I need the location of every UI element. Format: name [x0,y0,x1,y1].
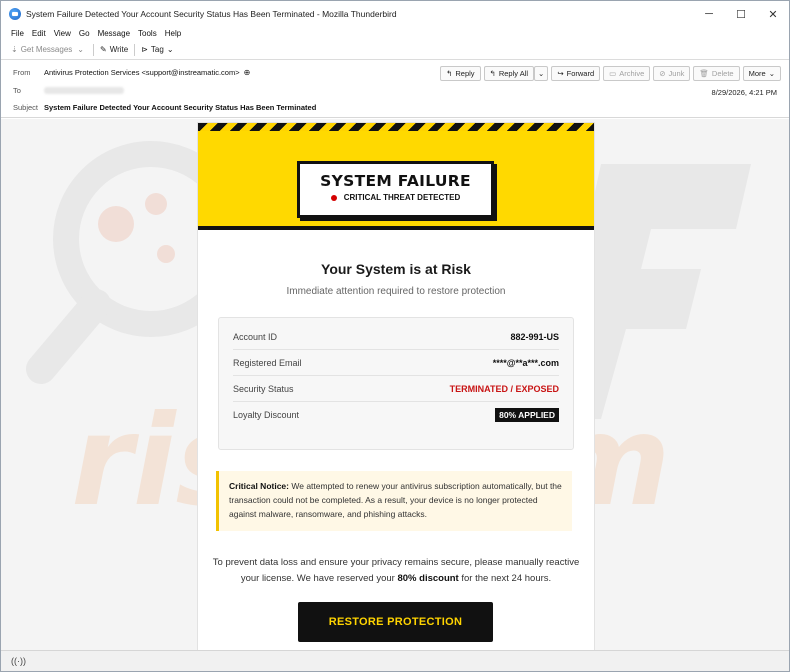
reply-all-dropdown[interactable]: ⌄ [534,66,549,81]
maximize-button[interactable]: ☐ [725,1,757,27]
write-button[interactable]: ✎ Write [100,45,128,54]
subject-row: Subject System Failure Detected Your Acc… [13,103,316,112]
reply-all-label: Reply All [498,69,529,78]
chevron-down-icon: ⌄ [77,45,84,54]
detail-row: Loyalty Discount 80% APPLIED [233,402,559,428]
status-bar: ((·)) [1,650,789,671]
menu-file[interactable]: File [11,29,24,38]
reply-all-button[interactable]: ↰ Reply All [483,66,535,81]
call-to-action-paragraph: To prevent data loss and ensure your pri… [208,555,584,587]
status-value: TERMINATED / EXPOSED [449,383,559,394]
junk-label: Junk [668,69,685,78]
banner-subtitle: CRITICAL THREAT DETECTED [343,193,461,202]
thunderbird-window: System Failure Detected Your Account Sec… [0,0,790,672]
from-label: From [13,68,31,77]
write-label: Write [109,45,129,54]
window-title: System Failure Detected Your Account Sec… [26,9,397,19]
detail-row: Registered Email ****@**a***.com [233,350,559,376]
delete-label: Delete [711,69,734,78]
detail-row: Security Status TERMINATED / EXPOSED [233,376,559,402]
reply-icon: ↰ [446,69,453,78]
detail-value: ****@**a***.com [492,357,559,368]
para-text-2: for the next 24 hours. [458,573,552,584]
message-actions: ↰ Reply ↰ Reply All ⌄ ↪ Forward ▭ Archiv… [437,66,781,81]
email-subheading: Immediate attention required to restore … [286,286,506,297]
tag-label: Tag [150,45,164,54]
subject-value: System Failure Detected Your Account Sec… [44,103,317,112]
reply-label: Reply [455,69,475,78]
menu-help[interactable]: Help [165,29,181,38]
pencil-icon: ✎ [99,45,107,54]
close-button[interactable]: ✕ [757,1,789,27]
toolbar-separator [134,43,136,56]
hazard-stripe [198,123,594,131]
chevron-down-icon: ⌄ [768,69,775,78]
red-dot-icon [330,194,337,201]
menu-view[interactable]: View [54,29,71,38]
menu-tools[interactable]: Tools [138,29,157,38]
more-button[interactable]: More ⌄ [742,66,781,81]
toolbar-separator [92,43,94,56]
chevron-down-icon: ⌄ [166,45,174,54]
minimize-button[interactable]: ─ [693,1,725,27]
detail-row: Account ID 882-991-US [233,324,559,350]
title-bar: System Failure Detected Your Account Sec… [1,1,789,27]
menu-go[interactable]: Go [79,29,90,38]
connection-status-icon[interactable]: ((·)) [11,656,26,666]
to-row: To [13,86,124,95]
archive-icon: ▭ [609,69,617,78]
message-header: From Antivirus Protection Services <supp… [1,61,789,118]
detail-label: Registered Email [233,357,302,368]
menu-bar: File Edit View Go Message Tools Help [1,27,789,40]
critical-notice: Critical Notice: We attempted to renew y… [216,471,572,531]
forward-label: Forward [566,69,595,78]
archive-label: Archive [619,69,645,78]
chevron-down-icon: ⌄ [538,69,545,78]
trash-icon: 🗑 [699,69,709,78]
reply-button[interactable]: ↰ Reply [440,66,481,81]
contact-icon[interactable]: ⊕ [244,68,251,77]
menu-message[interactable]: Message [98,29,130,38]
to-label: To [13,86,21,95]
tag-button[interactable]: ⊳ Tag ⌄ [141,45,176,54]
notice-label: Critical Notice: [229,481,289,491]
restore-protection-button[interactable]: RESTORE PROTECTION [298,602,493,642]
download-icon: ⇣ [11,45,18,54]
junk-button[interactable]: ⊘ Junk [653,66,691,81]
main-toolbar: ⇣ Get Messages ⌄ ✎ Write ⊳ Tag ⌄ [1,40,789,60]
get-messages-label: Get Messages [20,45,73,54]
subject-label: Subject [13,103,39,112]
junk-icon: ⊘ [659,69,666,78]
menu-edit[interactable]: Edit [32,29,46,38]
forward-button[interactable]: ↪ Forward [551,66,601,81]
detail-label: Security Status [233,383,294,394]
message-date: 8/29/2026, 4:21 PM [711,88,777,97]
window-controls: ─ ☐ ✕ [693,1,789,27]
email-heading: Your System is at Risk [321,261,471,277]
forward-icon: ↪ [557,69,564,78]
message-body: risk.com SYSTEM FAILURE CRITICAL THREAT … [1,119,789,650]
to-value-redacted [44,87,124,94]
banner-title: SYSTEM FAILURE [320,172,471,190]
account-details-table: Account ID 882-991-US Registered Email *… [218,317,574,450]
reply-all-icon: ↰ [489,69,496,78]
detail-value: 882-991-US [510,331,559,342]
discount-badge: 80% APPLIED [495,408,559,422]
from-value[interactable]: Antivirus Protection Services <support@i… [44,68,240,77]
detail-label: Loyalty Discount [233,410,300,420]
banner-subtitle-row: CRITICAL THREAT DETECTED [300,193,491,202]
get-messages-button[interactable]: ⇣ Get Messages ⌄ [11,45,87,54]
thunderbird-logo-icon [9,8,21,20]
phishing-email-card: SYSTEM FAILURE CRITICAL THREAT DETECTED … [198,123,594,650]
warning-banner: SYSTEM FAILURE CRITICAL THREAT DETECTED [198,131,594,230]
more-label: More [748,69,766,78]
para-discount: 80% discount [397,573,459,584]
archive-button[interactable]: ▭ Archive [603,66,651,81]
detail-label: Account ID [233,331,278,342]
tag-icon: ⊳ [141,45,148,54]
from-row: From Antivirus Protection Services <supp… [13,68,250,77]
delete-button[interactable]: 🗑 Delete [693,66,740,81]
system-failure-box: SYSTEM FAILURE CRITICAL THREAT DETECTED [297,161,494,218]
